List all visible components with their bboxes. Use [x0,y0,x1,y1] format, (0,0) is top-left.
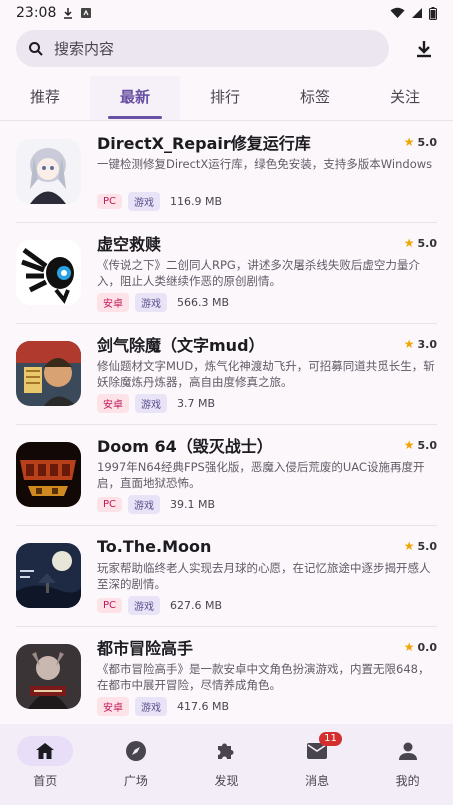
compass-icon [125,741,146,761]
home-icon [36,743,55,759]
app-description: 《都市冒险高手》是一款安卓中文角色扮演游戏，内置无限648，在都市中展开冒险，尽… [97,662,430,692]
type-tag[interactable]: 游戏 [135,697,167,716]
app-description: 玩家帮助临终老人实现去月球的心愿，在记忆旅途中逐步揭开感人至深的剧情。 [97,561,431,591]
file-size: 417.6 MB [177,700,230,713]
bottom-navigation: 首页 广场 发现 11 消息 我的 [0,724,453,805]
app-status-icon [81,8,92,18]
battery-icon [429,6,437,20]
platform-tag[interactable]: 安卓 [97,394,129,413]
star-icon: ★ [403,438,415,452]
list-item[interactable]: DirectX_Repair修复运行库 ★ 5.0 一键检测修复DirectX运行… [0,121,453,222]
search-input[interactable]: 搜索内容 [16,30,389,67]
tab-ranking[interactable]: 排行 [180,76,270,120]
type-tag[interactable]: 游戏 [128,192,161,211]
app-thumbnail [16,341,81,406]
file-size: 3.7 MB [177,397,216,410]
star-icon: ★ [403,236,415,250]
platform-tag[interactable]: PC [97,194,123,209]
nav-profile-label: 我的 [395,774,420,788]
app-description: 《传说之下》二创同人RPG，讲述多次屠杀线失败后虚空力量介入，阻止人类继续作恶的… [97,258,420,288]
app-thumbnail [16,240,81,305]
status-time: 23:08 [16,5,57,21]
rating: ★ 5.0 [404,135,437,149]
search-row: 搜索内容 [16,30,437,67]
rating-value: 0.0 [417,640,438,654]
app-thumbnail [16,644,81,709]
nav-discover[interactable]: 发现 [181,724,272,805]
nav-discover-label: 发现 [214,774,239,788]
message-count-badge: 11 [319,732,342,746]
app-thumbnail [16,442,81,507]
list-item[interactable]: Doom 64（毁灭战士） ★ 5.0 1997年N64经典FPS强化版，恶魔入侵… [0,424,453,525]
download-icon [417,40,431,57]
type-tag[interactable]: 游戏 [135,293,167,312]
app-list: DirectX_Repair修复运行库 ★ 5.0 一键检测修复DirectX运行… [0,121,453,724]
file-size: 627.6 MB [170,599,223,612]
app-title: 都市冒险高手 [97,639,194,658]
platform-tag[interactable]: 安卓 [97,697,129,716]
signal-icon [412,8,422,18]
nav-profile[interactable]: 我的 [362,724,453,805]
download-status-icon [64,8,73,19]
star-icon: ★ [403,539,415,553]
puzzle-icon [218,743,234,759]
app-description: 一键检测修复DirectX运行库，绿色免安装，支持多版本Windows [97,157,433,171]
status-bar: 23:08 [0,0,453,26]
nav-messages-label: 消息 [305,774,330,788]
file-size: 566.3 MB [177,296,230,309]
type-tag[interactable]: 游戏 [135,394,167,413]
app-title: Doom 64（毁灭战士） [97,437,273,456]
list-item[interactable]: 剑气除魔（文字mud） ★ 3.0 修仙题材文字MUD，炼气化神渡劫飞升，可招募同… [0,323,453,424]
file-size: 116.9 MB [170,195,223,208]
list-item[interactable]: To.The.Moon ★ 5.0 玩家帮助临终老人实现去月球的心愿，在记忆旅途中… [0,525,453,626]
star-icon: ★ [403,135,415,149]
rating-value: 5.0 [417,539,438,553]
tab-tags[interactable]: 标签 [270,76,360,120]
rating-value: 5.0 [417,438,438,452]
app-title: To.The.Moon [97,536,212,556]
tab-bar: 推荐 最新 排行 标签 关注 [0,76,453,120]
tab-latest[interactable]: 最新 [90,76,180,120]
star-icon: ★ [403,337,415,351]
rating-value: 5.0 [417,135,438,149]
rating: ★ 5.0 [404,438,437,452]
search-icon [29,41,43,56]
wifi-icon [390,7,405,18]
app-description: 1997年N64经典FPS强化版，恶魔入侵后荒废的UAC设施再度开启，直面地狱恐… [97,460,425,490]
nav-square-label: 广场 [123,774,148,788]
nav-home-label: 首页 [33,774,58,788]
rating: ★ 5.0 [404,539,437,553]
list-item[interactable]: 虚空救赎 ★ 5.0 《传说之下》二创同人RPG，讲述多次屠杀线失败后虚空力量介入… [0,222,453,323]
platform-tag[interactable]: 安卓 [97,293,129,312]
search-placeholder: 搜索内容 [54,40,115,58]
app-description: 修仙题材文字MUD，炼气化神渡劫飞升，可招募同道共觅长生，斩妖除魔炼丹炼器，高自… [97,359,435,389]
nav-messages[interactable]: 11 消息 [272,724,363,805]
rating: ★ 3.0 [404,337,437,351]
app-title: DirectX_Repair修复运行库 [97,134,311,153]
download-button[interactable] [411,36,437,62]
tab-recommend[interactable]: 推荐 [0,76,90,120]
app-thumbnail [16,139,81,204]
list-item[interactable]: 都市冒险高手 ★ 0.0 《都市冒险高手》是一款安卓中文角色扮演游戏，内置无限64… [0,626,453,724]
person-icon [398,742,417,760]
star-icon: ★ [403,640,415,654]
tab-following[interactable]: 关注 [360,76,450,120]
app-title: 虚空救赎 [97,235,162,254]
rating: ★ 5.0 [404,236,437,250]
file-size: 39.1 MB [170,498,216,511]
app-title: 剑气除魔（文字mud） [97,336,265,355]
app-thumbnail [16,543,81,608]
type-tag[interactable]: 游戏 [128,596,161,615]
rating-value: 3.0 [417,337,438,351]
type-tag[interactable]: 游戏 [128,495,161,514]
rating: ★ 0.0 [404,640,437,654]
platform-tag[interactable]: PC [97,497,123,512]
nav-square[interactable]: 广场 [91,724,182,805]
rating-value: 5.0 [417,236,438,250]
nav-home[interactable]: 首页 [0,724,91,805]
platform-tag[interactable]: PC [97,598,123,613]
